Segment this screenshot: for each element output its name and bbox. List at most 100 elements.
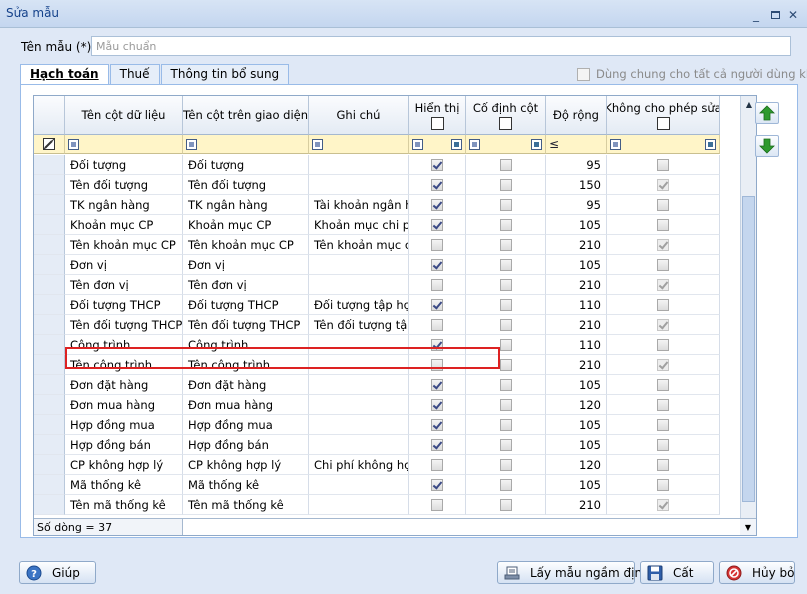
cell-data-column[interactable]: Công trình xyxy=(65,335,183,355)
show-cell[interactable] xyxy=(409,355,466,375)
no-edit-cell[interactable] xyxy=(607,175,720,195)
fixed-cell[interactable] xyxy=(466,175,546,195)
cell-ui-column[interactable]: Tên đối tượng xyxy=(183,175,309,195)
table-row[interactable]: Mã thống kê Mã thống kê 105 xyxy=(34,475,740,495)
cell-ui-column[interactable]: TK ngân hàng xyxy=(183,195,309,215)
cell-ui-column[interactable]: Tên đơn vị xyxy=(183,275,309,295)
filter-op-icon[interactable] xyxy=(186,138,197,150)
fixed-cell[interactable] xyxy=(466,455,546,475)
cell-ui-column[interactable]: Hợp đồng mua xyxy=(183,415,309,435)
help-button[interactable]: ? Giúp xyxy=(19,561,96,584)
no-edit-checkbox[interactable] xyxy=(657,338,669,351)
share-checkbox[interactable] xyxy=(577,67,590,81)
no-edit-checkbox[interactable] xyxy=(657,378,669,391)
table-row[interactable]: Tên đơn vị Tên đơn vị 210 xyxy=(34,275,740,295)
cell-width[interactable]: 110 xyxy=(546,295,607,315)
filter-fixed[interactable] xyxy=(466,135,546,154)
filter-data-column[interactable] xyxy=(65,135,183,154)
fixed-checkbox[interactable] xyxy=(499,358,512,371)
cell-data-column[interactable]: Tên đối tượng xyxy=(65,175,183,195)
fixed-cell[interactable] xyxy=(466,235,546,255)
tab-thong-tin-bo-sung[interactable]: Thông tin bổ sung xyxy=(160,64,290,84)
no-edit-cell[interactable] xyxy=(607,295,720,315)
table-row[interactable]: Tên mã thống kê Tên mã thống kê 210 xyxy=(34,495,740,515)
cell-data-column[interactable]: Tên đơn vị xyxy=(65,275,183,295)
table-row[interactable]: Tên khoản mục CP Tên khoản mục CP Tên khoả… xyxy=(34,235,740,255)
show-cell[interactable] xyxy=(409,235,466,255)
cell-ui-column[interactable]: Mã thống kê xyxy=(183,475,309,495)
cell-data-column[interactable]: Đối tượng xyxy=(65,155,183,175)
fixed-cell[interactable] xyxy=(466,395,546,415)
no-edit-checkbox[interactable] xyxy=(657,158,669,171)
cell-width[interactable]: 105 xyxy=(546,375,607,395)
table-row[interactable]: Đối tượng THCP Đối tượng THCP Đối tượng tậ… xyxy=(34,295,740,315)
no-edit-checkbox[interactable] xyxy=(657,498,669,511)
cell-ui-column[interactable]: Tên công trình xyxy=(183,355,309,375)
row-indicator[interactable] xyxy=(34,435,65,455)
filter-clear[interactable] xyxy=(34,135,65,154)
filter-show[interactable] xyxy=(409,135,466,154)
cell-note[interactable] xyxy=(309,275,409,295)
show-cell[interactable] xyxy=(409,455,466,475)
header-width[interactable]: Độ rộng xyxy=(546,96,607,135)
cell-width[interactable]: 105 xyxy=(546,415,607,435)
show-checkbox[interactable] xyxy=(431,298,443,311)
header-ui-column[interactable]: Tên cột trên giao diện xyxy=(183,96,309,135)
show-checkbox[interactable] xyxy=(431,258,443,271)
cell-width[interactable]: 105 xyxy=(546,435,607,455)
no-edit-cell[interactable] xyxy=(607,255,720,275)
show-checkbox[interactable] xyxy=(431,238,443,251)
tab-hach-toan[interactable]: Hạch toán xyxy=(20,64,109,85)
no-edit-checkbox[interactable] xyxy=(657,178,669,191)
show-cell[interactable] xyxy=(409,295,466,315)
cell-data-column[interactable]: CP không hợp lý xyxy=(65,455,183,475)
show-checkbox[interactable] xyxy=(431,358,443,371)
cell-width[interactable]: 210 xyxy=(546,315,607,335)
filter-note[interactable] xyxy=(309,135,409,154)
no-edit-cell[interactable] xyxy=(607,235,720,255)
fixed-checkbox[interactable] xyxy=(499,458,512,471)
table-row[interactable]: Khoản mục CP Khoản mục CP Khoản mục chi ph… xyxy=(34,215,740,235)
cell-note[interactable] xyxy=(309,495,409,515)
filter-value-icon[interactable] xyxy=(531,138,542,150)
cell-width[interactable]: 210 xyxy=(546,355,607,375)
filter-op-icon[interactable] xyxy=(610,138,621,150)
cell-ui-column[interactable]: Tên khoản mục CP xyxy=(183,235,309,255)
no-edit-cell[interactable] xyxy=(607,415,720,435)
no-edit-cell[interactable] xyxy=(607,315,720,335)
close-icon[interactable]: ✕ xyxy=(785,7,801,22)
cell-data-column[interactable]: Khoản mục CP xyxy=(65,215,183,235)
show-cell[interactable] xyxy=(409,255,466,275)
cell-note[interactable] xyxy=(309,155,409,175)
fixed-cell[interactable] xyxy=(466,435,546,455)
row-indicator[interactable] xyxy=(34,375,65,395)
fixed-checkbox[interactable] xyxy=(499,438,512,451)
filter-op-icon[interactable] xyxy=(68,138,79,150)
cell-note[interactable]: Chi phí không hợp xyxy=(309,455,409,475)
fixed-checkbox[interactable] xyxy=(499,198,512,211)
show-cell[interactable] xyxy=(409,475,466,495)
row-indicator[interactable] xyxy=(34,215,65,235)
header-no-edit[interactable]: Không cho phép sửa xyxy=(607,96,720,135)
filter-op-icon[interactable] xyxy=(469,138,480,150)
tab-thue[interactable]: Thuế xyxy=(109,64,160,84)
cell-width[interactable]: 110 xyxy=(546,335,607,355)
fixed-cell[interactable] xyxy=(466,415,546,435)
cell-note[interactable]: Tài khoản ngân h xyxy=(309,195,409,215)
fixed-checkbox[interactable] xyxy=(499,158,512,171)
fixed-cell[interactable] xyxy=(466,335,546,355)
show-cell[interactable] xyxy=(409,155,466,175)
cell-data-column[interactable]: Tên đối tượng THCP xyxy=(65,315,183,335)
cell-width[interactable]: 105 xyxy=(546,475,607,495)
cell-width[interactable]: 210 xyxy=(546,235,607,255)
move-up-button[interactable] xyxy=(755,102,779,124)
no-edit-checkbox[interactable] xyxy=(657,478,669,491)
header-fixed[interactable]: Cố định cột xyxy=(466,96,546,135)
row-indicator[interactable] xyxy=(34,295,65,315)
cell-data-column[interactable]: Đơn mua hàng xyxy=(65,395,183,415)
show-checkbox[interactable] xyxy=(431,198,443,211)
show-cell[interactable] xyxy=(409,195,466,215)
save-button[interactable]: Cất xyxy=(640,561,714,584)
cell-data-column[interactable]: Tên công trình xyxy=(65,355,183,375)
cell-ui-column[interactable]: Tên mã thống kê xyxy=(183,495,309,515)
